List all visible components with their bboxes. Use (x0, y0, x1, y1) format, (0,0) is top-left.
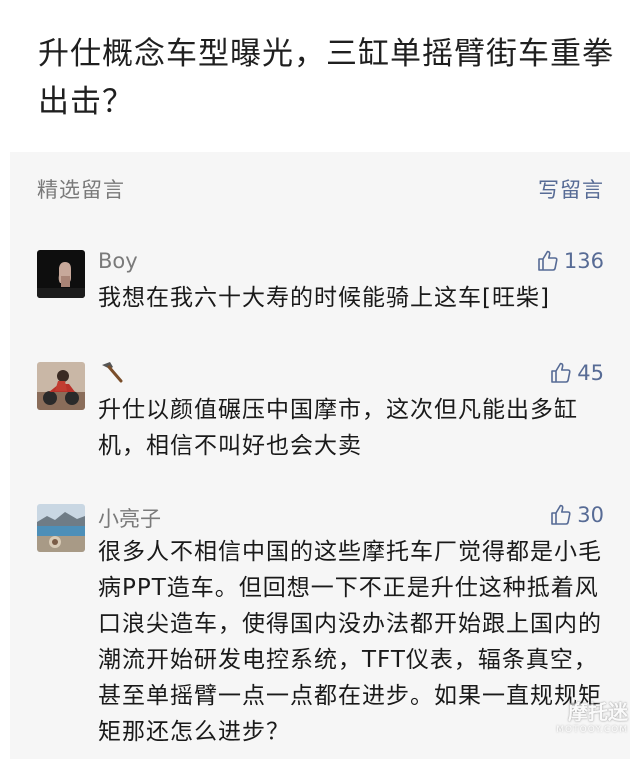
comment-text: 我想在我六十大寿的时候能骑上这车[旺柴] (98, 285, 550, 311)
comments-panel: 精选留言 写留言 Boy 136 我想在我六十大寿的时候能骑上这车[旺柴] 45… (10, 152, 630, 759)
avatar[interactable] (37, 250, 85, 298)
thumbs-up-icon (551, 362, 571, 383)
comment-item: Boy 136 我想在我六十大寿的时候能骑上这车[旺柴] (10, 249, 630, 370)
comment-nickname[interactable] (98, 360, 124, 389)
thumbs-up-icon (551, 504, 571, 525)
featured-comments-title: 精选留言 (37, 178, 125, 202)
write-comment-button[interactable]: 写留言 (538, 174, 604, 204)
comment-item: 45 升仕以颜值碾压中国摩市，这次但凡能出多缸机，相信不叫好也会大卖 (10, 360, 630, 492)
comment-item: 小亮子 30 很多人不相信中国的这些摩托车厂觉得都是小毛病PPT造车。但回想一下… (10, 503, 630, 754)
hammer-icon (102, 362, 123, 383)
like-count: 30 (577, 503, 604, 527)
article-title: 升仕概念车型曝光，三缸单摇臂街车重拳出击？ (38, 36, 614, 120)
comment-nickname[interactable]: 小亮子 (98, 503, 161, 533)
thumbs-up-icon (538, 250, 558, 271)
comments-section-header: 精选留言 写留言 (10, 152, 630, 222)
avatar[interactable] (37, 362, 85, 410)
comment-text: 升仕以颜值碾压中国摩市，这次但凡能出多缸机，相信不叫好也会大卖 (98, 397, 578, 459)
like-button[interactable]: 45 (549, 361, 604, 385)
like-button[interactable]: 30 (549, 503, 604, 527)
lake-landscape-avatar (37, 504, 85, 552)
like-count: 45 (577, 361, 604, 385)
comment-text: 很多人不相信中国的这些摩托车厂觉得都是小毛病PPT造车。但回想一下不正是升仕这种… (98, 539, 602, 745)
like-button[interactable]: 136 (536, 249, 604, 273)
motorcycle-rider-avatar (37, 362, 85, 410)
comment-nickname[interactable]: Boy (98, 249, 138, 273)
like-count: 136 (563, 249, 604, 273)
article-header: 升仕概念车型曝光，三缸单摇臂街车重拳出击？ (0, 0, 640, 152)
dark-figure-avatar (37, 250, 85, 298)
avatar[interactable] (37, 504, 85, 552)
